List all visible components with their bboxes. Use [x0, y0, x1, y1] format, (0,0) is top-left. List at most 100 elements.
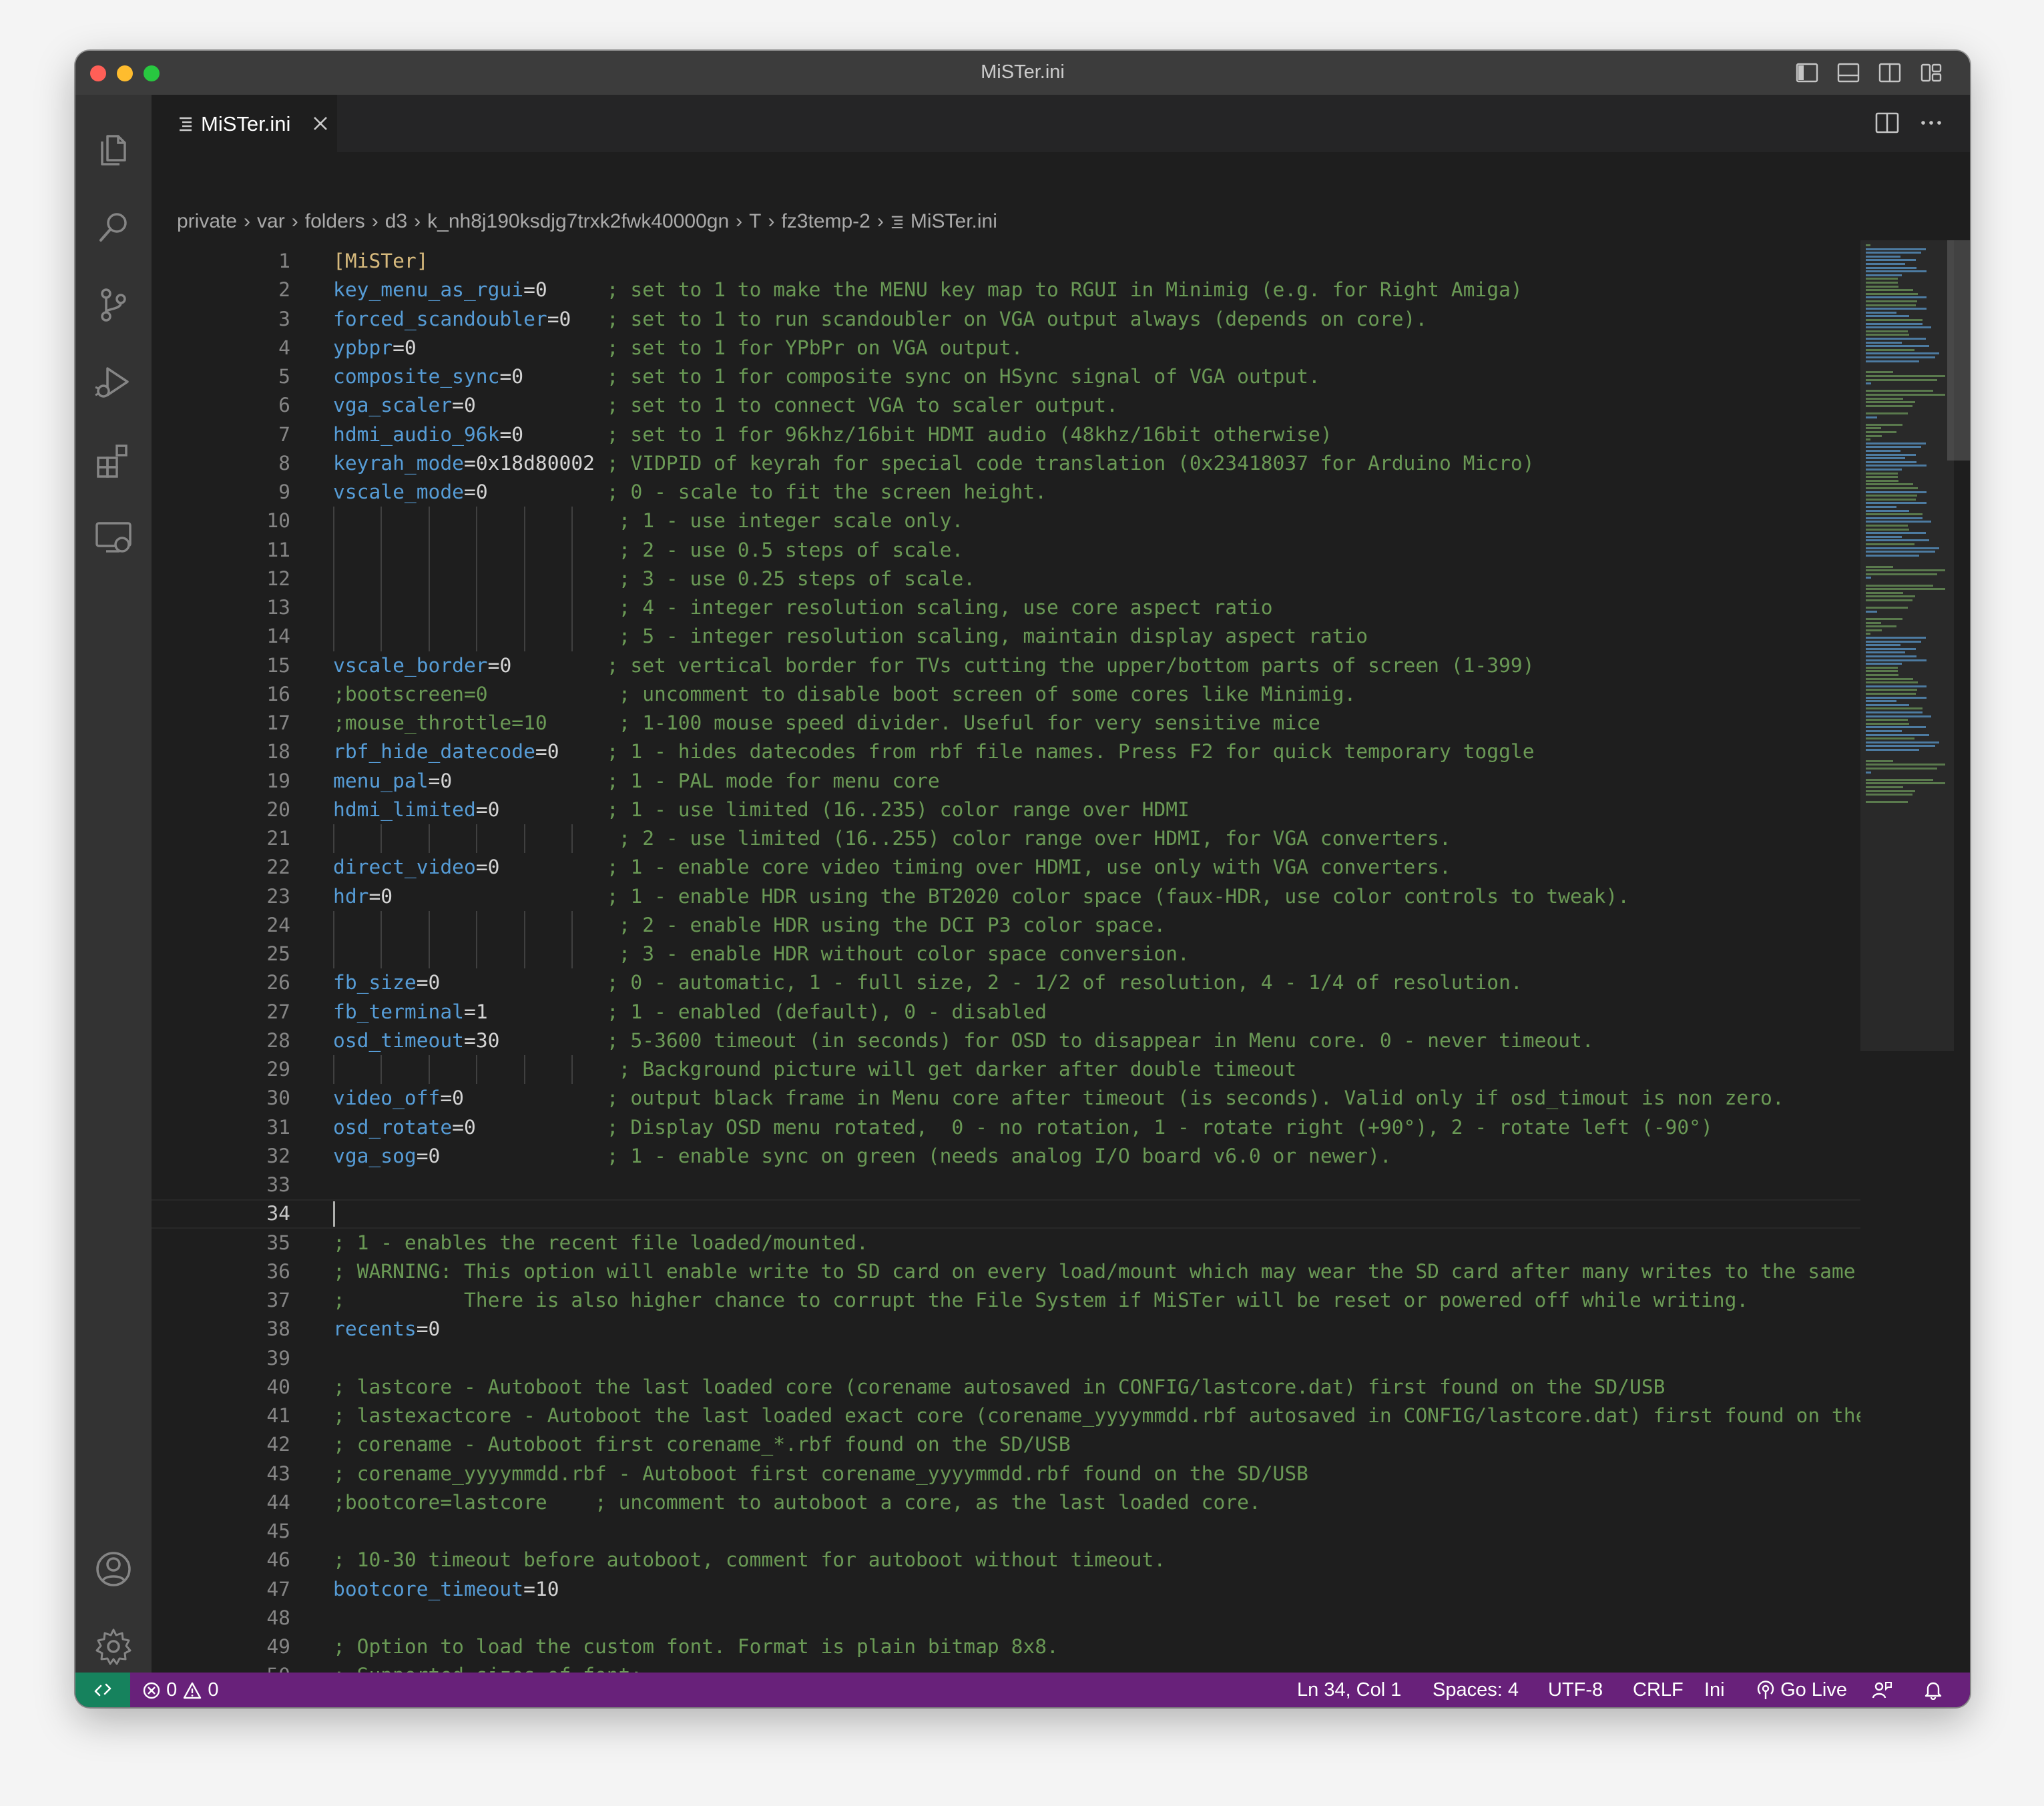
- more-icon[interactable]: [1918, 109, 1945, 136]
- token-cmt: ; 1 - use limited (16..235) color range …: [606, 798, 1190, 821]
- customize-layout-icon[interactable]: [1920, 63, 1943, 83]
- language-mode[interactable]: Ini: [1704, 1673, 1725, 1707]
- breadcrumb-item[interactable]: private: [177, 210, 237, 233]
- code-line[interactable]: 12 ; 3 - use 0.25 steps of scale.: [152, 565, 1860, 593]
- token-cmt: ;bootscreen=0 ; uncomment to disable boo…: [333, 682, 1356, 705]
- code-line[interactable]: 13 ; 4 - integer resolution scaling, use…: [152, 593, 1860, 622]
- code-line[interactable]: 8 keyrah_mode=0x18d80002 ; VIDPID of keyr…: [152, 449, 1860, 478]
- code-line[interactable]: 15 vscale_border=0 ; set vertical border …: [152, 651, 1860, 680]
- token-eq: =30: [464, 1028, 607, 1052]
- code-line[interactable]: 5 composite_sync=0 ; set to 1 for composi…: [152, 362, 1860, 391]
- code-line[interactable]: 6 vga_scaler=0 ; set to 1 to connect VGA …: [152, 391, 1860, 420]
- code-line[interactable]: 40 ; lastcore - Autoboot the last loaded …: [152, 1373, 1860, 1402]
- code-line[interactable]: 2 key_menu_as_rgui=0 ; set to 1 to make t…: [152, 276, 1860, 304]
- remote-explorer-icon[interactable]: [93, 517, 134, 558]
- bell-icon[interactable]: [1923, 1680, 1943, 1700]
- code-line[interactable]: 38 recents=0: [152, 1315, 1860, 1343]
- code-line[interactable]: 20 hdmi_limited=0 ; 1 - use limited (16..…: [152, 796, 1860, 824]
- code-line[interactable]: 47 bootcore_timeout=10: [152, 1575, 1860, 1604]
- account-icon[interactable]: [93, 1548, 134, 1590]
- explorer-icon[interactable]: [93, 129, 134, 171]
- code-line[interactable]: 26 fb_size=0 ; 0 - automatic, 1 - full si…: [152, 968, 1860, 997]
- vertical-scrollbar[interactable]: [1947, 240, 1970, 461]
- code-line[interactable]: 19 menu_pal=0 ; 1 - PAL mode for menu cor…: [152, 767, 1860, 796]
- tab-mister-ini[interactable]: MiSTer.ini: [152, 95, 337, 152]
- code-line[interactable]: 10 ; 1 - use integer scale only.: [152, 507, 1860, 535]
- toggle-panel-icon[interactable]: [1837, 63, 1860, 83]
- go-live-button[interactable]: Go Live: [1756, 1673, 1847, 1707]
- gear-icon[interactable]: [93, 1626, 134, 1667]
- code-line[interactable]: 14 ; 5 - integer resolution scaling, mai…: [152, 622, 1860, 651]
- code-line[interactable]: 25 ; 3 - enable HDR without color space …: [152, 940, 1860, 968]
- code-line[interactable]: 31 osd_rotate=0 ; Display OSD menu rotate…: [152, 1113, 1860, 1142]
- code-line[interactable]: 32 vga_sog=0 ; 1 - enable sync on green (…: [152, 1142, 1860, 1171]
- problems-indicator[interactable]: 0 0: [142, 1673, 218, 1707]
- code-line[interactable]: 34: [152, 1199, 1860, 1228]
- code-line[interactable]: 28 osd_timeout=30 ; 5-3600 timeout (in se…: [152, 1026, 1860, 1055]
- breadcrumb-item[interactable]: d3: [385, 210, 407, 233]
- end-of-line[interactable]: CRLF: [1633, 1673, 1684, 1707]
- breadcrumb-item[interactable]: T: [749, 210, 761, 233]
- search-icon[interactable]: [93, 207, 134, 248]
- minimap-slider[interactable]: [1860, 240, 1954, 1051]
- text-cursor: [333, 1201, 335, 1227]
- token-cmt: ; 2 - enable HDR using the DCI P3 color …: [618, 913, 1166, 936]
- code-line[interactable]: 33: [152, 1171, 1860, 1199]
- extensions-icon[interactable]: [93, 439, 134, 481]
- line-text: ; lastcore - Autoboot the last loaded co…: [333, 1373, 1666, 1402]
- code-line[interactable]: 24 ; 2 - enable HDR using the DCI P3 col…: [152, 911, 1860, 940]
- breadcrumb-file[interactable]: MiSTer.ini: [890, 210, 997, 233]
- breadcrumb-item[interactable]: k_nh8j190ksdjg7trxk2fwk40000gn: [427, 210, 729, 233]
- code-line[interactable]: 48: [152, 1604, 1860, 1632]
- token-eq: =0: [535, 740, 607, 764]
- encoding[interactable]: UTF-8: [1548, 1673, 1603, 1707]
- run-debug-icon[interactable]: [93, 362, 134, 403]
- code-line[interactable]: 1 [MiSTer]: [152, 247, 1860, 276]
- code-line[interactable]: 45: [152, 1517, 1860, 1546]
- code-line[interactable]: 29 ; Background picture will get darker …: [152, 1055, 1860, 1084]
- code-line[interactable]: 22 direct_video=0 ; 1 - enable core video…: [152, 853, 1860, 882]
- code-line[interactable]: 17 ;mouse_throttle=10 ; 1-100 mouse speed…: [152, 709, 1860, 737]
- code-line[interactable]: 35 ; 1 - enables the recent file loaded/m…: [152, 1229, 1860, 1257]
- code-line[interactable]: 42 ; corename - Autoboot first corename_*…: [152, 1430, 1860, 1459]
- code-line[interactable]: 39: [152, 1344, 1860, 1373]
- code-line[interactable]: 16 ;bootscreen=0 ; uncomment to disable b…: [152, 680, 1860, 709]
- code-line[interactable]: 4 ypbpr=0 ; set to 1 for YPbPr on VGA out…: [152, 334, 1860, 362]
- token-cmt: ; 10-30 timeout before autoboot, comment…: [333, 1548, 1166, 1572]
- code-line[interactable]: 27 fb_terminal=1 ; 1 - enabled (default),…: [152, 998, 1860, 1026]
- feedback-icon[interactable]: [1871, 1680, 1892, 1700]
- code-line[interactable]: 9 vscale_mode=0 ; 0 - scale to fit the sc…: [152, 478, 1860, 507]
- breadcrumb-item[interactable]: folders: [305, 210, 365, 233]
- line-text: hdr=0 ; 1 - enable HDR using the BT2020 …: [333, 882, 1629, 911]
- code-line[interactable]: 37 ; There is also higher chance to corru…: [152, 1286, 1860, 1315]
- token-key: osd_rotate: [333, 1115, 453, 1139]
- line-number: 42: [266, 1433, 290, 1456]
- code-line[interactable]: 7 hdmi_audio_96k=0 ; set to 1 for 96khz/1…: [152, 420, 1860, 449]
- indentation[interactable]: Spaces: 4: [1433, 1673, 1519, 1707]
- code-line[interactable]: 18 rbf_hide_datecode=0 ; 1 - hides dateco…: [152, 737, 1860, 766]
- code-line[interactable]: 23 hdr=0 ; 1 - enable HDR using the BT202…: [152, 882, 1860, 911]
- code-line[interactable]: 3 forced_scandoubler=0 ; set to 1 to run …: [152, 305, 1860, 334]
- code-editor[interactable]: 1 [MiSTer] 2 key_menu_as_rgui=0 ; set to 1 …: [152, 240, 1860, 1707]
- toggle-primary-sidebar-icon[interactable]: [1796, 63, 1818, 83]
- token-cmt: ;mouse_throttle=10 ; 1-100 mouse speed d…: [333, 711, 1320, 734]
- toggle-secondary-sidebar-icon[interactable]: [1878, 63, 1901, 83]
- code-line[interactable]: 21 ; 2 - use limited (16..255) color ran…: [152, 824, 1860, 853]
- split-editor-icon[interactable]: [1874, 109, 1900, 136]
- code-line[interactable]: 41 ; lastexactcore - Autoboot the last lo…: [152, 1402, 1860, 1430]
- line-number: 37: [266, 1289, 290, 1311]
- remote-indicator[interactable]: [75, 1673, 130, 1707]
- code-line[interactable]: 44 ;bootcore=lastcore ; uncomment to auto…: [152, 1488, 1860, 1517]
- breadcrumb-item[interactable]: var: [257, 210, 285, 233]
- source-control-icon[interactable]: [93, 284, 134, 326]
- cursor-position[interactable]: Ln 34, Col 1: [1297, 1673, 1401, 1707]
- code-line[interactable]: 43 ; corename_yyyymmdd.rbf - Autoboot fir…: [152, 1460, 1860, 1488]
- token-key: direct_video: [333, 856, 476, 879]
- close-icon[interactable]: [312, 115, 329, 132]
- breadcrumb-item[interactable]: fz3temp-2: [781, 210, 870, 233]
- code-line[interactable]: 46 ; 10-30 timeout before autoboot, comme…: [152, 1546, 1860, 1574]
- code-line[interactable]: 49 ; Option to load the custom font. Form…: [152, 1632, 1860, 1661]
- code-line[interactable]: 11 ; 2 - use 0.5 steps of scale.: [152, 536, 1860, 565]
- code-line[interactable]: 36 ; WARNING: This option will enable wri…: [152, 1257, 1860, 1286]
- code-line[interactable]: 30 video_off=0 ; output black frame in Me…: [152, 1084, 1860, 1113]
